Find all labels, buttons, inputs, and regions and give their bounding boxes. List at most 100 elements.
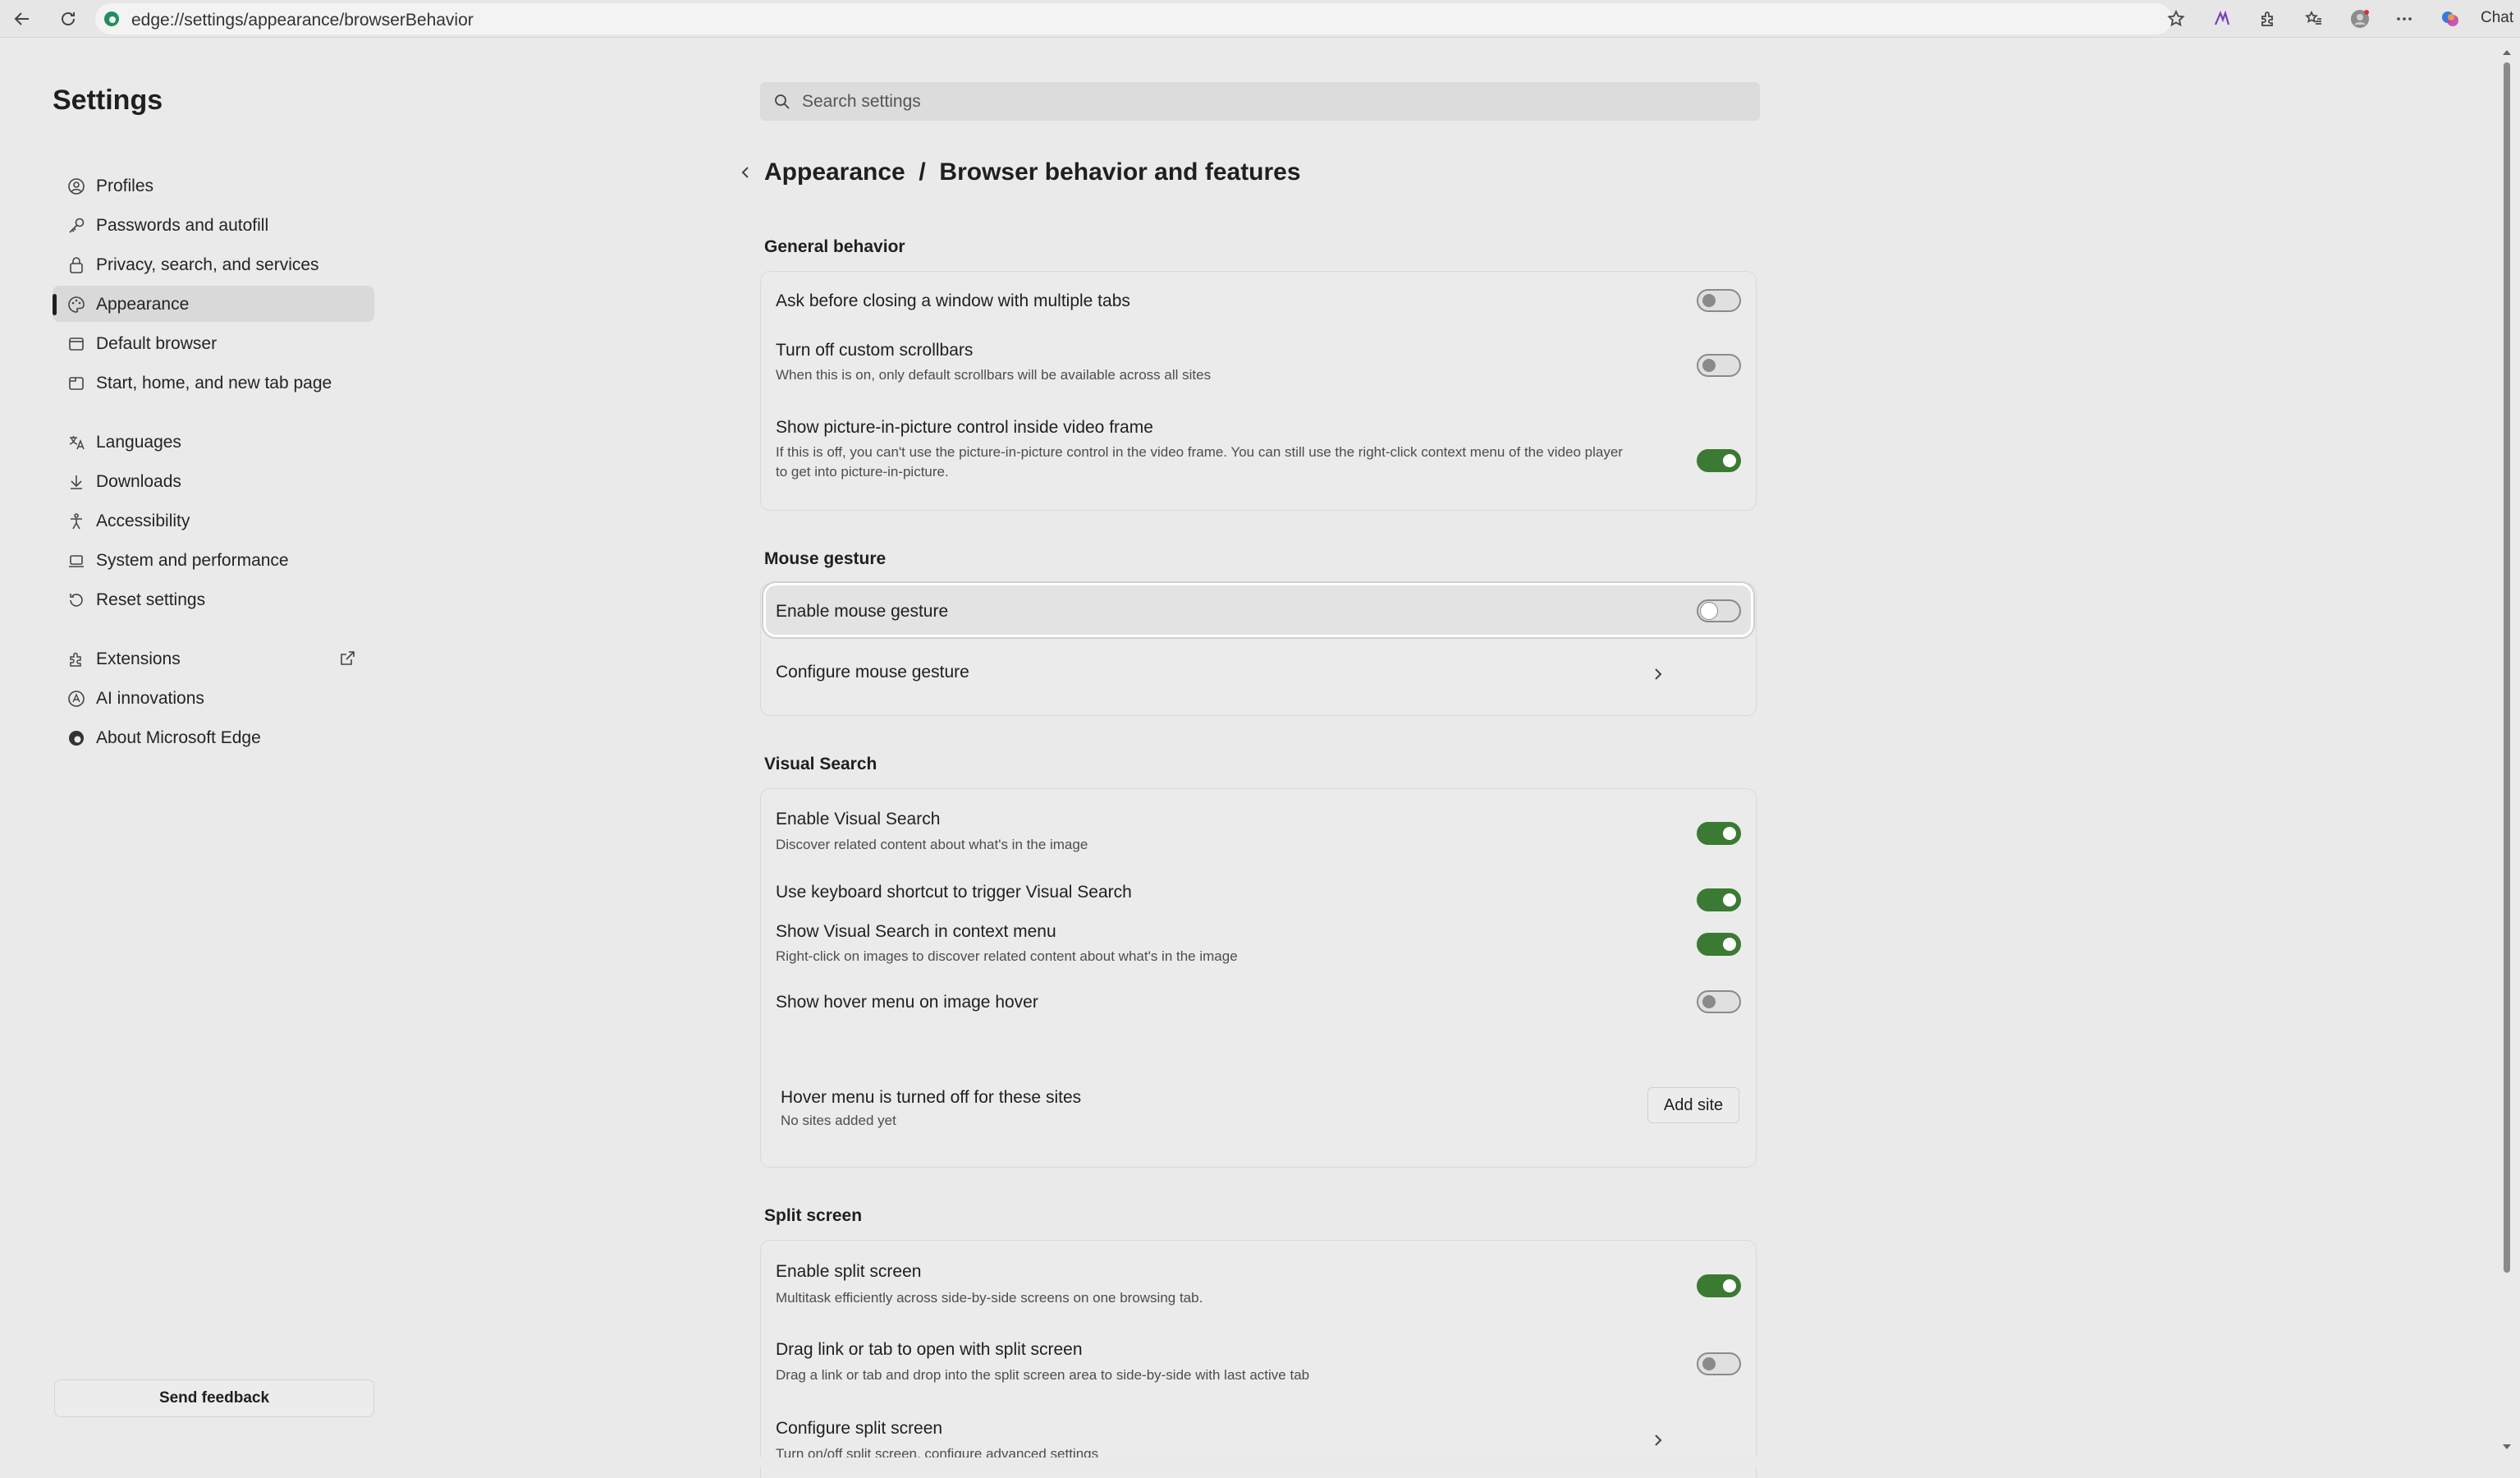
setting-description: Right-click on images to discover relate… [776,948,1238,964]
sidebar-item-system[interactable]: System and performance [53,542,374,578]
setting-description: Discover related content about what's in… [776,837,1088,852]
refresh-icon[interactable] [54,5,82,33]
configure-mouse-gesture-row[interactable]: Configure mouse gesture [761,638,1756,717]
setting-description: When this is on, only default scrollbars… [776,367,1212,383]
favorites-list-icon[interactable] [2300,5,2328,33]
scroll-up-arrow-icon[interactable] [2501,48,2513,57]
copilot-chat-icon[interactable] [2436,5,2464,33]
setting-row[interactable]: Enable split screen Multitask efficientl… [761,1241,1756,1320]
setting-row[interactable]: Ask before closing a window with multipl… [761,272,1756,329]
drag-to-split-toggle[interactable] [1697,1352,1741,1375]
sidebar-item-privacy[interactable]: Privacy, search, and services [53,246,374,282]
sidebar-item-label: About Microsoft Edge [96,728,261,747]
palette-icon [68,296,85,313]
setting-row[interactable]: Drag link or tab to open with split scre… [761,1320,1756,1398]
search-settings-input[interactable]: Search settings [760,82,1760,121]
lock-icon [70,257,83,273]
section-heading-visual: Visual Search [764,755,877,773]
picture-in-picture-toggle[interactable] [1697,449,1741,472]
custom-scrollbars-toggle[interactable] [1697,354,1741,377]
setting-title: Use keyboard shortcut to trigger Visual … [776,883,1132,902]
scroll-down-arrow-icon[interactable] [2501,1442,2513,1452]
enable-split-screen-toggle[interactable] [1697,1274,1741,1297]
home-tab-icon [69,377,84,390]
setting-row[interactable]: Use keyboard shortcut to trigger Visual … [761,868,1756,922]
address-bar[interactable]: edge://settings/appearance/browserBehavi… [95,3,2172,34]
sidebar-item-extensions[interactable]: Extensions [53,640,374,677]
sidebar-item-label: Appearance [96,295,190,314]
external-link-icon[interactable] [338,649,356,668]
setting-title: Enable split screen [776,1262,922,1281]
send-feedback-button[interactable]: Send feedback [54,1379,374,1417]
back-chevron-icon[interactable] [737,163,754,182]
enable-visual-search-toggle[interactable] [1697,822,1741,845]
card-mouse-gesture: Enable mouse gesture Configure mouse ges… [760,583,1757,716]
sidebar-item-label: Downloads [96,472,181,491]
sidebar-item-label: Languages [96,433,181,452]
setting-title: Enable mouse gesture [776,602,949,621]
setting-row[interactable]: Show picture-in-picture control inside v… [761,400,1756,512]
hover-menu-toggle[interactable] [1697,990,1741,1013]
edge-logo-icon [104,11,119,26]
setting-title: Enable Visual Search [776,810,941,829]
search-placeholder: Search settings [802,92,921,111]
accessibility-icon [71,513,82,530]
sidebar-item-label: Reset settings [96,590,206,609]
sidebar-item-profiles[interactable]: Profiles [53,168,374,204]
sidebar-item-default-browser[interactable]: Default browser [53,325,374,361]
profile-avatar[interactable] [2346,5,2374,33]
sidebar-item-reset[interactable]: Reset settings [53,581,374,617]
back-icon[interactable] [8,5,36,33]
setting-title: Show hover menu on image hover [776,993,1038,1012]
card-split-screen: Enable split screen Multitask efficientl… [760,1240,1757,1478]
setting-title: Hover menu is turned off for these sites [781,1088,1082,1107]
sidebar-item-label: Passwords and autofill [96,216,269,235]
sidebar-item-label: AI innovations [96,689,204,708]
sidebar-item-accessibility[interactable]: Accessibility [53,503,374,539]
scrollbar-thumb[interactable] [2504,62,2510,1273]
setting-row[interactable]: Enable Visual Search Discover related co… [761,789,1756,868]
setting-row[interactable]: Show hover menu on image hover [761,990,1756,1050]
browser-toolbar: edge://settings/appearance/browserBehavi… [0,0,2520,38]
setting-description: If this is off, you can't use the pictur… [776,444,1623,480]
viewport-bottom-edge [0,1457,2520,1467]
visual-search-context-menu-toggle[interactable] [1697,933,1741,956]
setting-row[interactable]: Turn off custom scrollbars When this is … [761,329,1756,400]
sidebar-item-passwords[interactable]: Passwords and autofill [53,207,374,243]
sidebar-item-about[interactable]: About Microsoft Edge [53,719,374,755]
extensions-puzzle-icon[interactable] [2254,5,2282,33]
sidebar-item-label: Accessibility [96,512,190,530]
section-heading-mouse: Mouse gesture [764,549,887,568]
more-options-icon[interactable] [2390,5,2418,33]
sidebar-item-label: System and performance [96,551,289,570]
enable-mouse-gesture-toggle[interactable] [1697,599,1741,622]
browser-icon [69,337,84,351]
setting-title: Show Visual Search in context menu [776,922,1056,941]
copilot-app-icon[interactable] [2208,5,2236,33]
setting-title: Configure split screen [776,1419,943,1438]
sidebar-item-start-home[interactable]: Start, home, and new tab page [53,365,374,401]
card-general-behavior: Ask before closing a window with multipl… [760,271,1757,511]
hover-menu-sites-row: Hover menu is turned off for these sites… [761,1085,1756,1159]
visual-search-shortcut-toggle[interactable] [1697,888,1741,911]
profile-icon [68,178,85,195]
sidebar-item-downloads[interactable]: Downloads [53,463,374,499]
sidebar-item-languages[interactable]: Languages [53,424,374,460]
sidebar-item-ai-innovations[interactable]: AI innovations [53,680,374,716]
sidebar-item-label: Extensions [96,649,181,668]
add-site-button[interactable]: Add site [1647,1087,1739,1123]
chevron-right-icon [1655,1434,1662,1446]
sidebar-item-label: Profiles [96,177,154,195]
setting-title: Configure mouse gesture [776,663,969,682]
reset-icon [70,594,83,607]
ask-before-closing-toggle[interactable] [1697,289,1741,312]
setting-row[interactable]: Show Visual Search in context menu Right… [761,922,1756,993]
sidebar-item-appearance[interactable]: Appearance [53,286,374,322]
chat-label[interactable]: Chat [2481,9,2513,27]
ai-icon [68,691,85,707]
languages-icon [69,436,85,450]
setting-description: No sites added yet [781,1113,896,1128]
setting-row[interactable]: Enable mouse gesture [761,584,1756,638]
favorite-star-icon[interactable] [2162,5,2190,33]
address-url: edge://settings/appearance/browserBehavi… [131,11,474,30]
